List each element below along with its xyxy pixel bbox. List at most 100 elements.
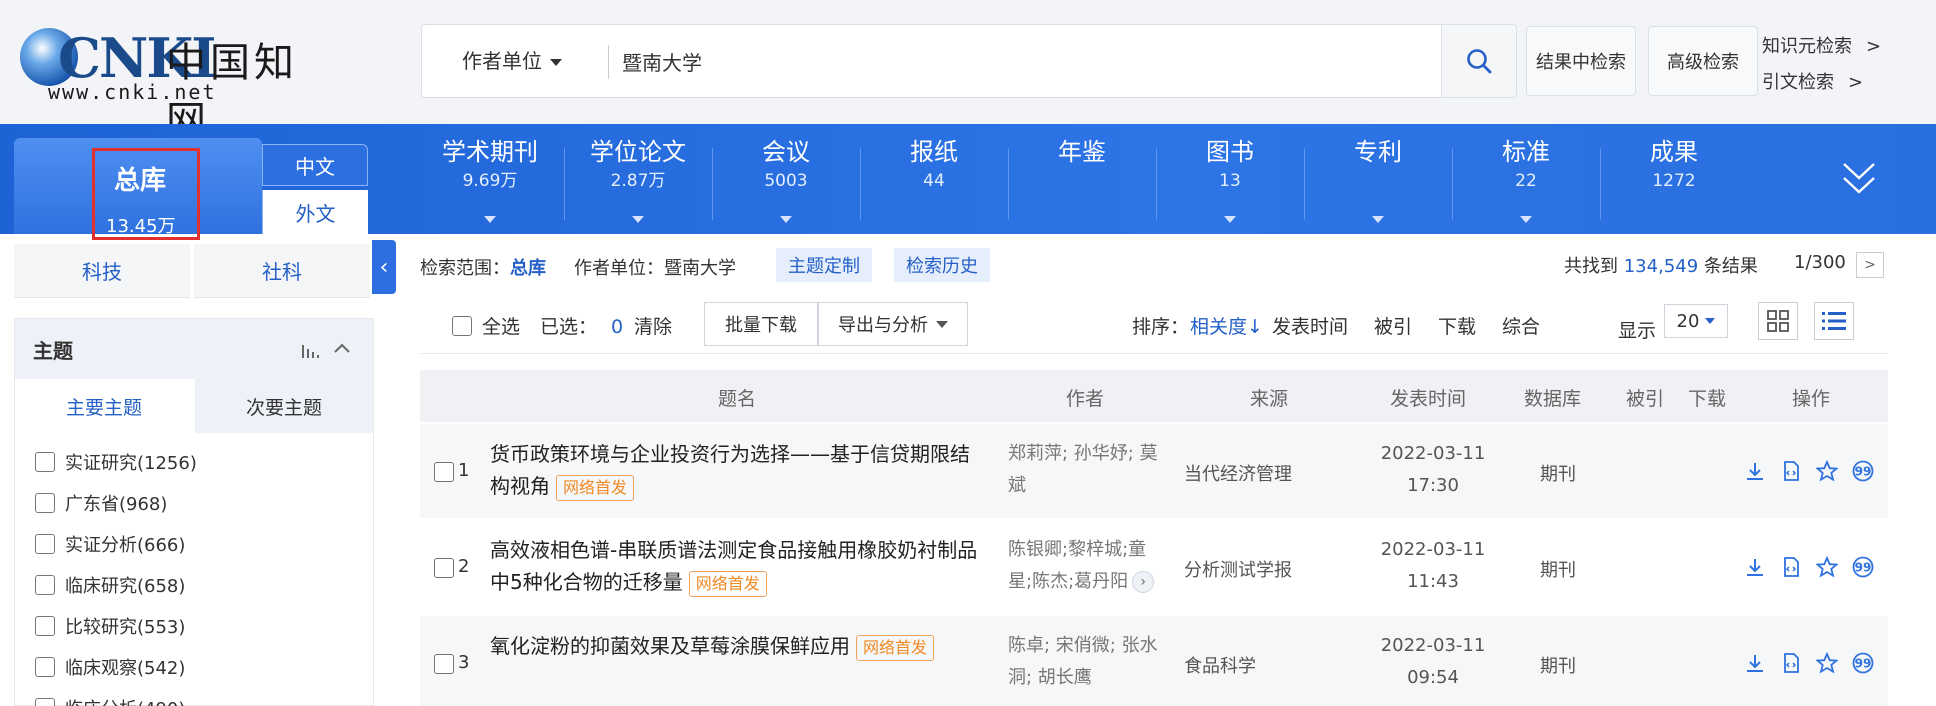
tab-category-2[interactable]: 会议 5003 bbox=[716, 136, 856, 230]
tab-chinese[interactable]: 中文 bbox=[262, 144, 368, 186]
citation-search-link[interactable]: 引文检索 > bbox=[1762, 68, 1863, 94]
tab-social-science[interactable]: 社科 bbox=[194, 244, 370, 298]
col-cited[interactable]: 被引 bbox=[1626, 384, 1664, 411]
result-title-link[interactable]: 货币政策环境与企业投资行为选择——基于信贷期限结构视角 网络首发 bbox=[490, 438, 980, 502]
favorite-star-icon[interactable] bbox=[1815, 459, 1839, 482]
author-names[interactable]: 郑莉萍; 孙华妤; 莫斌 bbox=[1008, 443, 1158, 496]
topic-item[interactable]: 临床分析(490) bbox=[35, 695, 185, 706]
tab-category-4[interactable]: 年鉴 bbox=[1012, 136, 1152, 230]
download-icon[interactable] bbox=[1744, 460, 1766, 482]
search-history-button[interactable]: 检索历史 bbox=[894, 248, 990, 282]
chevron-right-icon: > bbox=[1864, 257, 1876, 273]
search-input[interactable] bbox=[622, 39, 1252, 83]
tab-secondary-topic[interactable]: 次要主题 bbox=[195, 379, 373, 433]
row-checkbox[interactable] bbox=[434, 558, 454, 578]
topic-item[interactable]: 广东省(968) bbox=[35, 490, 167, 516]
col-source[interactable]: 来源 bbox=[1250, 384, 1288, 411]
tab-main-topic[interactable]: 主要主题 bbox=[15, 379, 193, 433]
tab-category-3[interactable]: 报纸 44 bbox=[864, 136, 1004, 230]
checkbox[interactable] bbox=[35, 616, 55, 636]
export-analysis-button[interactable]: 导出与分析 bbox=[818, 302, 968, 346]
checkbox[interactable] bbox=[35, 493, 55, 513]
select-all-checkbox[interactable]: 全选 bbox=[452, 312, 520, 339]
sort-relevance[interactable]: 相关度↓ bbox=[1190, 312, 1263, 339]
topic-custom-button[interactable]: 主题定制 bbox=[776, 248, 872, 282]
sort-download[interactable]: 下载 bbox=[1438, 312, 1476, 339]
batch-download-button[interactable]: 批量下载 bbox=[704, 302, 818, 346]
topic-item[interactable]: 实证研究(1256) bbox=[35, 449, 197, 475]
advanced-search-button[interactable]: 高级检索 bbox=[1648, 26, 1758, 96]
sort-publish-date[interactable]: 发表时间 bbox=[1272, 312, 1348, 339]
cite-quote-icon[interactable]: 99 bbox=[1852, 556, 1874, 578]
result-authors[interactable]: 陈卓; 宋俏微; 张水洞; 胡长鹰 bbox=[1008, 630, 1168, 694]
col-date[interactable]: 发表时间 bbox=[1390, 384, 1466, 411]
topic-item[interactable]: 比较研究(553) bbox=[35, 613, 185, 639]
html-read-icon[interactable] bbox=[1780, 652, 1802, 674]
row-checkbox[interactable] bbox=[434, 654, 454, 674]
chevron-up-icon[interactable] bbox=[333, 339, 351, 357]
tab-category-1[interactable]: 学位论文 2.87万 bbox=[568, 136, 708, 230]
checkbox[interactable] bbox=[35, 575, 55, 595]
topic-item[interactable]: 实证分析(666) bbox=[35, 531, 185, 557]
author-names[interactable]: 陈银卿;黎梓城;童星;陈杰;葛丹阳 bbox=[1008, 539, 1146, 592]
row-checkbox[interactable] bbox=[434, 462, 454, 482]
expand-down-icon[interactable] bbox=[1840, 158, 1878, 198]
search-button[interactable] bbox=[1441, 24, 1517, 98]
html-read-icon[interactable] bbox=[1780, 556, 1802, 578]
result-authors[interactable]: 郑莉萍; 孙华妤; 莫斌 bbox=[1008, 438, 1168, 502]
cite-quote-icon[interactable]: 99 bbox=[1852, 652, 1874, 674]
favorite-star-icon[interactable] bbox=[1815, 555, 1839, 578]
html-read-icon[interactable] bbox=[1780, 460, 1802, 482]
download-icon[interactable] bbox=[1744, 652, 1766, 674]
grid-view-button[interactable] bbox=[1758, 302, 1798, 340]
result-title-link[interactable]: 高效液相色谱-串联质谱法测定食品接触用橡胶奶衬制品中5种化合物的迁移量 网络首发 bbox=[490, 534, 980, 598]
tab-category-0[interactable]: 学术期刊 9.69万 bbox=[420, 136, 560, 230]
tab-category-7[interactable]: 标准 22 bbox=[1456, 136, 1596, 230]
checkbox[interactable] bbox=[35, 534, 55, 554]
result-source[interactable]: 当代经济管理 bbox=[1184, 460, 1292, 486]
search-field-select[interactable]: 作者单位 bbox=[462, 25, 562, 97]
download-icon[interactable] bbox=[1744, 556, 1766, 578]
bar-chart-icon[interactable] bbox=[301, 341, 321, 359]
col-author[interactable]: 作者 bbox=[1066, 384, 1104, 411]
result-source[interactable]: 分析测试学报 bbox=[1184, 556, 1292, 582]
result-source[interactable]: 食品科学 bbox=[1184, 652, 1256, 678]
tab-category-8[interactable]: 成果 1272 bbox=[1604, 136, 1744, 230]
collapse-sidebar-button[interactable]: ‹ bbox=[372, 240, 396, 294]
list-view-button[interactable] bbox=[1814, 302, 1854, 340]
tab-foreign[interactable]: 外文 bbox=[262, 190, 368, 234]
checkbox[interactable] bbox=[35, 452, 55, 472]
result-title-link[interactable]: 氧化淀粉的抑菌效果及草莓涂膜保鲜应用 网络首发 bbox=[490, 630, 980, 662]
page-size-select[interactable]: 20 bbox=[1664, 304, 1728, 338]
checkbox[interactable] bbox=[452, 315, 472, 336]
checkbox[interactable] bbox=[35, 698, 55, 706]
favorite-star-icon[interactable] bbox=[1815, 651, 1839, 674]
col-title[interactable]: 题名 bbox=[718, 384, 756, 411]
row-actions: 99 bbox=[1744, 555, 1874, 578]
result-authors[interactable]: 陈银卿;黎梓城;童星;陈杰;葛丹阳 › bbox=[1008, 534, 1168, 598]
sort-composite[interactable]: 综合 bbox=[1502, 312, 1540, 339]
row-actions: 99 bbox=[1744, 459, 1874, 482]
more-authors-icon[interactable]: › bbox=[1132, 571, 1155, 593]
scope-value[interactable]: 总库 bbox=[510, 258, 546, 279]
col-database[interactable]: 数据库 bbox=[1524, 384, 1581, 411]
publish-date: 2022-03-11 bbox=[1380, 443, 1486, 464]
next-page-button[interactable]: > bbox=[1856, 252, 1884, 278]
sort-cited[interactable]: 被引 bbox=[1374, 312, 1412, 339]
col-actions: 操作 bbox=[1792, 388, 1831, 410]
tab-science-tech[interactable]: 科技 bbox=[14, 244, 190, 298]
author-names[interactable]: 陈卓; 宋俏微; 张水洞; 胡长鹰 bbox=[1008, 635, 1158, 688]
cnki-logo[interactable]: CNKI 中国知网 www.cnki.net bbox=[18, 22, 308, 144]
search-in-results-button[interactable]: 结果中检索 bbox=[1526, 26, 1636, 96]
topic-item[interactable]: 临床研究(658) bbox=[35, 572, 185, 598]
tab-category-5[interactable]: 图书 13 bbox=[1160, 136, 1300, 230]
knowledge-search-link[interactable]: 知识元检索 > bbox=[1762, 32, 1881, 58]
col-download[interactable]: 下载 bbox=[1688, 384, 1726, 411]
result-title[interactable]: 氧化淀粉的抑菌效果及草莓涂膜保鲜应用 bbox=[490, 634, 850, 658]
tab-category-6[interactable]: 专利 bbox=[1308, 136, 1448, 230]
clear-selection-link[interactable]: 清除 bbox=[634, 312, 672, 339]
checkbox[interactable] bbox=[35, 657, 55, 677]
cite-quote-icon[interactable]: 99 bbox=[1852, 460, 1874, 482]
result-date: 2022-03-11 17:30 bbox=[1360, 438, 1506, 502]
topic-item[interactable]: 临床观察(542) bbox=[35, 654, 185, 680]
